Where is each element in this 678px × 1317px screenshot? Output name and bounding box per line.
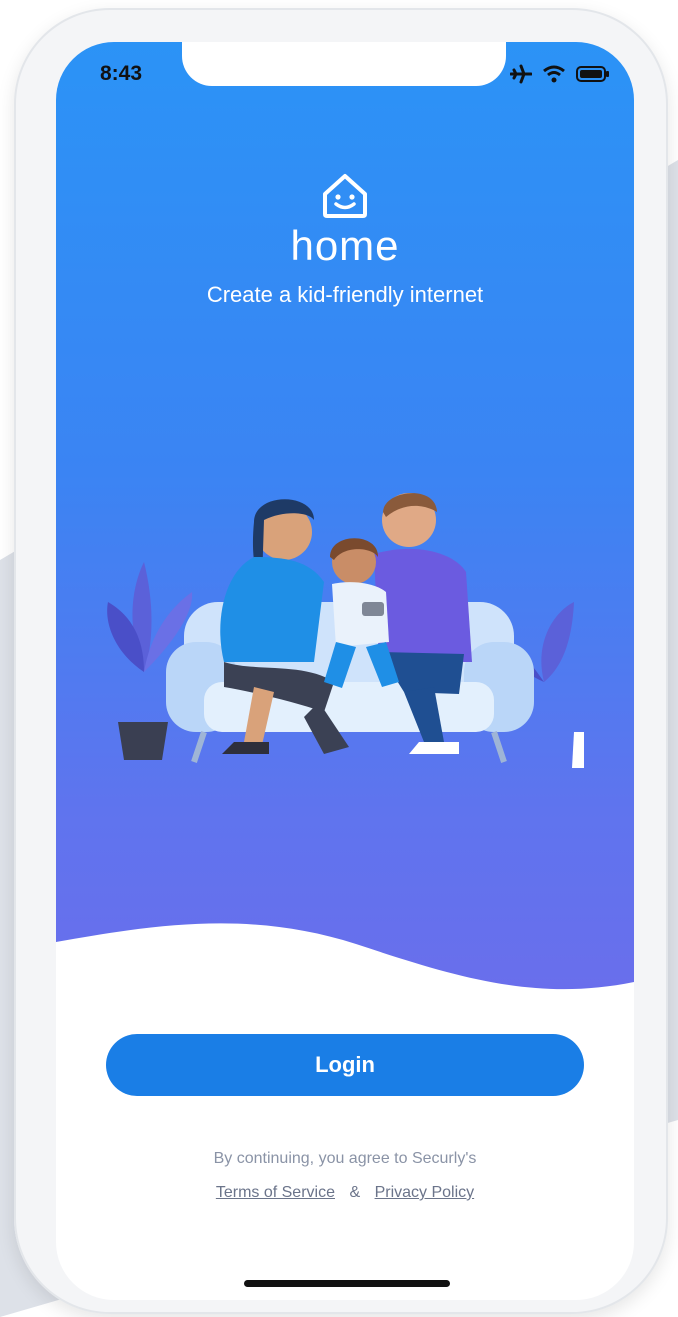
privacy-policy-link[interactable]: Privacy Policy	[375, 1184, 475, 1201]
device-notch	[182, 42, 506, 86]
legal-agree-text: By continuing, you agree to Securly's	[213, 1150, 477, 1167]
legal-links: Terms of Service & Privacy Policy	[56, 1184, 634, 1202]
battery-icon	[576, 66, 609, 82]
link-separator: &	[349, 1184, 361, 1201]
status-icons	[510, 64, 610, 84]
tagline: Create a kid-friendly internet	[206, 282, 484, 307]
home-indicator[interactable]	[244, 1280, 450, 1287]
family-illustration	[107, 493, 584, 768]
house-smile-icon	[323, 174, 367, 218]
airplane-icon	[510, 64, 532, 84]
login-button[interactable]: Login	[106, 1034, 584, 1096]
brand-logo	[56, 170, 634, 225]
terms-of-service-link[interactable]: Terms of Service	[216, 1184, 335, 1201]
brand-wordmark: home	[290, 222, 400, 269]
status-time: 8:43	[100, 62, 143, 85]
app-screen: 8:43 home Create a kid-friendly internet	[56, 42, 634, 1300]
wifi-icon	[543, 65, 565, 83]
